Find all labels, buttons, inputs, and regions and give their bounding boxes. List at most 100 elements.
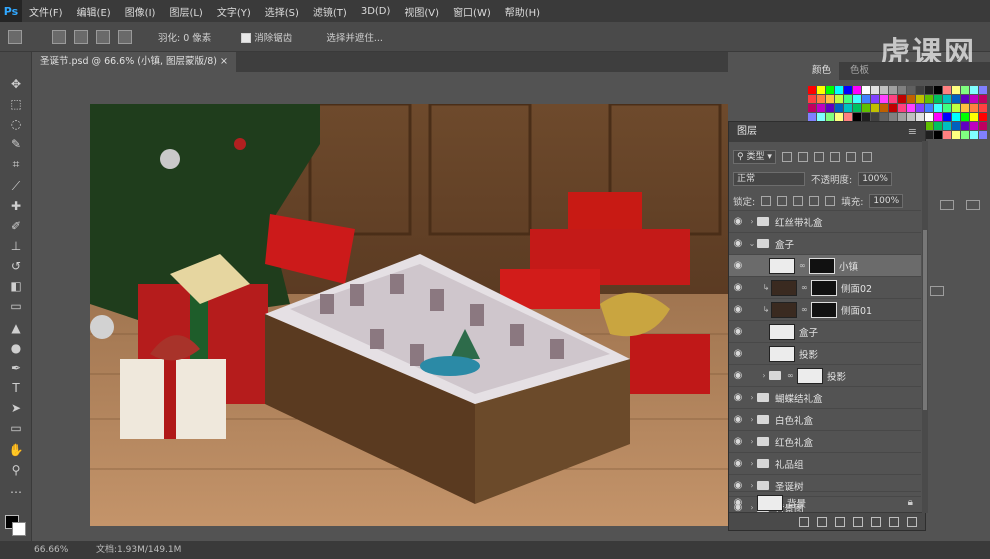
visibility-eye-icon[interactable]: ◉ (729, 304, 747, 315)
color-swatch[interactable] (808, 95, 816, 103)
document-canvas[interactable] (90, 104, 728, 526)
menu-image[interactable]: 图像(I) (118, 4, 163, 19)
add-mask-icon[interactable] (835, 517, 845, 527)
color-swatch[interactable] (898, 104, 906, 112)
color-swatch[interactable] (853, 95, 861, 103)
more-tools-icon[interactable]: ⋯ (8, 484, 24, 500)
color-swatch[interactable] (979, 86, 987, 94)
visibility-eye-icon[interactable]: ◉ (729, 348, 747, 359)
color-swatch[interactable] (943, 86, 951, 94)
color-swatch[interactable] (862, 95, 870, 103)
layer-mask-thumbnail[interactable] (797, 367, 823, 384)
layer-row[interactable]: ◉ ↳ ∞ 侧面01 (729, 298, 921, 320)
chevron-right-icon[interactable]: › (747, 481, 757, 490)
color-swatch[interactable] (925, 131, 933, 139)
chevron-right-icon[interactable]: › (747, 217, 757, 226)
color-swatch[interactable] (925, 122, 933, 130)
quick-select-tool-icon[interactable]: ✎ (8, 136, 24, 152)
color-swatch[interactable] (925, 86, 933, 94)
menu-filter[interactable]: 滤镜(T) (306, 4, 354, 19)
lasso-tool-icon[interactable]: ◌ (8, 116, 24, 132)
color-swatch[interactable] (853, 104, 861, 112)
layer-row[interactable]: ◉ › ∞ 投影 (729, 364, 921, 386)
dodge-tool-icon[interactable]: ● (8, 340, 24, 356)
visibility-eye-icon[interactable]: ◉ (729, 326, 747, 337)
menu-layer[interactable]: 图层(L) (162, 4, 209, 19)
chevron-right-icon[interactable]: › (747, 415, 757, 424)
pen-tool-icon[interactable]: ✒ (8, 360, 24, 376)
link-icon[interactable]: ∞ (787, 371, 795, 380)
color-swatch[interactable] (871, 104, 879, 112)
color-swatch[interactable] (961, 86, 969, 94)
visibility-eye-icon[interactable]: ◉ (729, 216, 747, 227)
color-swatch[interactable] (835, 104, 843, 112)
color-swatch[interactable] (961, 113, 969, 121)
feather-field[interactable]: 羽化: 0 像素 (158, 30, 211, 44)
visibility-eye-icon[interactable]: ◉ (729, 458, 747, 469)
lasso-tool-icon[interactable] (8, 29, 22, 44)
color-swatch[interactable] (907, 113, 915, 121)
menu-select[interactable]: 选择(S) (258, 4, 306, 19)
link-icon[interactable]: ∞ (801, 305, 809, 314)
healing-tool-icon[interactable]: ✚ (8, 198, 24, 214)
marquee-tool-icon[interactable]: ⬚ (8, 96, 24, 112)
history-brush-tool-icon[interactable]: ↺ (8, 258, 24, 274)
new-selection-icon[interactable] (52, 29, 66, 44)
select-and-mask-button[interactable]: 选择并遮住... (326, 30, 383, 44)
color-swatch[interactable] (889, 95, 897, 103)
tab-color[interactable]: 颜色 (804, 62, 840, 80)
color-swatch[interactable] (880, 113, 888, 121)
menu-help[interactable]: 帮助(H) (498, 4, 547, 19)
color-swatch[interactable] (844, 113, 852, 121)
new-layer-icon[interactable] (889, 517, 899, 527)
color-swatch[interactable] (808, 104, 816, 112)
color-swatch[interactable] (844, 95, 852, 103)
menu-file[interactable]: 文件(F) (22, 4, 70, 19)
color-swatch[interactable] (952, 131, 960, 139)
subtract-selection-icon[interactable] (96, 29, 110, 44)
layer-row[interactable]: ◉ › 红色礼盒 (729, 430, 921, 452)
color-swatch[interactable] (943, 131, 951, 139)
color-swatch[interactable] (970, 122, 978, 130)
color-swatch[interactable] (952, 86, 960, 94)
color-swatch[interactable] (916, 95, 924, 103)
move-tool-icon[interactable]: ✥ (8, 76, 24, 92)
color-swatch[interactable] (925, 104, 933, 112)
document-tab[interactable]: 圣诞节.psd @ 66.6% (小镇, 图层蒙版/8) × (32, 52, 236, 72)
color-swatch[interactable] (862, 86, 870, 94)
brush-tool-icon[interactable]: ✐ (8, 218, 24, 234)
color-swatch[interactable] (826, 104, 834, 112)
color-swatch[interactable] (826, 113, 834, 121)
color-swatch[interactable] (835, 113, 843, 121)
layer-row[interactable]: ◉ › 红丝带礼盒 (729, 210, 921, 232)
color-swatch[interactable] (880, 104, 888, 112)
color-swatch[interactable] (853, 113, 861, 121)
layer-row[interactable]: ◉ ⌄ 盒子 (729, 232, 921, 254)
color-swatch[interactable] (907, 86, 915, 94)
color-swatch[interactable] (979, 131, 987, 139)
fx-icon[interactable] (817, 517, 827, 527)
color-swatch[interactable] (835, 95, 843, 103)
color-swatch[interactable] (907, 95, 915, 103)
color-swatch[interactable] (817, 86, 825, 94)
color-swatch[interactable] (943, 113, 951, 121)
color-swatch[interactable] (970, 131, 978, 139)
color-swatch[interactable] (817, 95, 825, 103)
color-swatch[interactable] (979, 113, 987, 121)
eraser-tool-icon[interactable]: ◧ (8, 278, 24, 294)
layer-mask-thumbnail[interactable] (811, 301, 837, 318)
color-swatch[interactable] (817, 104, 825, 112)
crop-tool-icon[interactable]: ⌗ (8, 156, 24, 172)
color-swatch[interactable] (952, 104, 960, 112)
chevron-right-icon[interactable]: › (747, 393, 757, 402)
color-swatch[interactable] (970, 86, 978, 94)
color-swatch[interactable] (961, 95, 969, 103)
color-swatch[interactable] (826, 95, 834, 103)
layer-row-background[interactable]: ◉ 背景 🔒︎ (729, 491, 921, 513)
color-swatch[interactable] (979, 122, 987, 130)
color-swatch[interactable] (916, 113, 924, 121)
visibility-eye-icon[interactable]: ◉ (729, 238, 747, 249)
visibility-eye-icon[interactable]: ◉ (729, 392, 747, 403)
color-swatch[interactable] (916, 86, 924, 94)
color-swatch[interactable] (844, 86, 852, 94)
